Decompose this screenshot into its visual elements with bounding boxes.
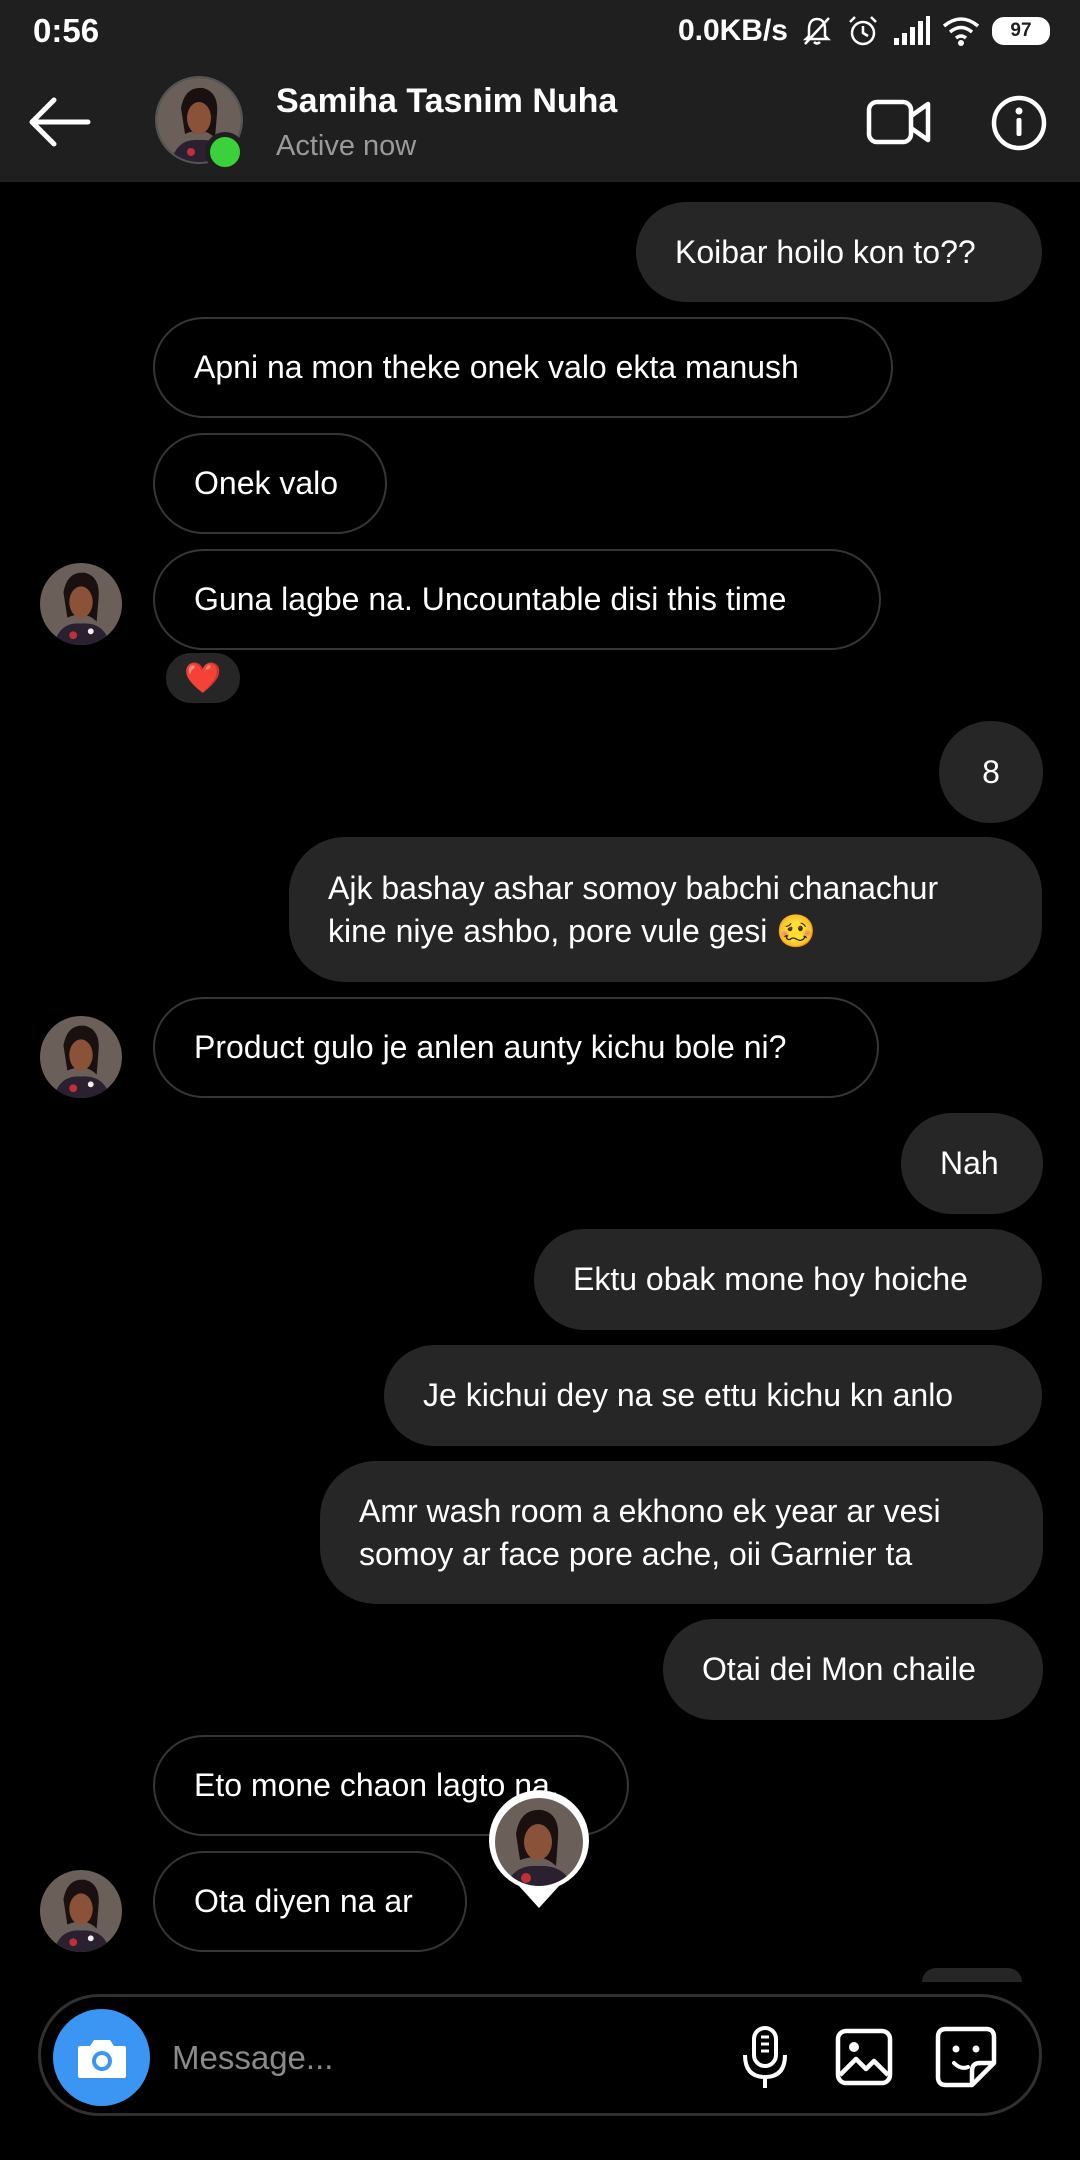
message-bubble-outgoing[interactable]: Ajk bashay ashar somoy babchi chanachur … xyxy=(289,837,1042,982)
status-indicators: 0.0KB/s 97 xyxy=(678,12,1050,50)
message-bubble-outgoing[interactable]: Koibar hoilo kon to?? xyxy=(636,202,1042,302)
message-bubble-outgoing[interactable]: Ektu obak mone hoy hoiche xyxy=(534,1229,1042,1330)
message-bubble-outgoing[interactable]: Nah xyxy=(901,1113,1043,1214)
message-bubble-incoming[interactable]: Ota diyen na ar xyxy=(153,1851,467,1952)
chat-header: Samiha Tasnim Nuha Active now xyxy=(0,62,1080,182)
video-call-icon xyxy=(866,99,931,145)
seen-avatar-marker xyxy=(486,1790,592,1910)
message-text: Apni na mon theke onek valo ekta manush xyxy=(194,349,799,385)
message-bubble-outgoing[interactable]: Amr wash room a ekhono ek year ar vesi s… xyxy=(320,1461,1043,1604)
next-message-peek xyxy=(922,1968,1022,1982)
battery-level: 97 xyxy=(1010,20,1032,41)
message-text: Amr wash room a ekhono ek year ar vesi s… xyxy=(359,1492,941,1572)
online-indicator xyxy=(205,132,245,172)
wifi-icon xyxy=(942,16,980,46)
message-input[interactable] xyxy=(170,2025,694,2091)
sender-avatar[interactable] xyxy=(40,1870,122,1952)
message-text: Onek valo xyxy=(194,465,339,501)
microphone-icon xyxy=(743,2026,787,2088)
message-bubble-outgoing[interactable]: Otai dei Mon chaile xyxy=(663,1619,1043,1720)
message-text: Guna lagbe na. Uncountable disi this tim… xyxy=(194,581,787,617)
message-bubble-outgoing[interactable]: 8 xyxy=(939,721,1043,823)
message-text: Ajk bashay ashar somoy babchi chanachur … xyxy=(328,869,939,949)
microphone-button[interactable] xyxy=(735,2025,795,2091)
camera-button[interactable] xyxy=(53,2009,150,2106)
camera-icon xyxy=(77,2039,126,2078)
info-icon xyxy=(991,95,1047,151)
battery-icon: 97 xyxy=(992,17,1050,45)
gallery-button[interactable] xyxy=(834,2027,894,2087)
alarm-icon xyxy=(846,14,880,48)
message-text: Je kichui dey na se ettu kichu kn anlo xyxy=(423,1377,954,1413)
back-arrow-icon xyxy=(29,97,91,147)
message-bubble-incoming[interactable]: Apni na mon theke onek valo ekta manush xyxy=(153,317,893,418)
sticker-icon xyxy=(935,2026,997,2088)
message-text: Otai dei Mon chaile xyxy=(702,1651,976,1687)
message-text: 8 xyxy=(982,753,1000,790)
info-button[interactable] xyxy=(990,94,1048,152)
signal-icon xyxy=(892,16,930,46)
heart-icon: ❤️ xyxy=(184,661,222,695)
mute-icon xyxy=(800,14,834,48)
message-bubble-incoming[interactable]: Onek valo xyxy=(153,433,387,534)
status-time: 0:56 xyxy=(33,12,100,49)
video-call-button[interactable] xyxy=(866,94,932,150)
message-bubble-incoming[interactable]: Product gulo je anlen aunty kichu bole n… xyxy=(153,997,879,1098)
message-text: Product gulo je anlen aunty kichu bole n… xyxy=(194,1029,787,1065)
sender-avatar[interactable] xyxy=(40,563,122,645)
message-text: Nah xyxy=(940,1145,999,1181)
message-text: Koibar hoilo kon to?? xyxy=(675,233,976,270)
message-bubble-outgoing[interactable]: Je kichui dey na se ettu kichu kn anlo xyxy=(384,1345,1042,1446)
back-button[interactable] xyxy=(26,87,96,157)
gallery-icon xyxy=(835,2028,893,2086)
message-bubble-incoming[interactable]: Guna lagbe na. Uncountable disi this tim… xyxy=(153,549,881,650)
message-text: Ektu obak mone hoy hoiche xyxy=(573,1261,968,1297)
contact-status: Active now xyxy=(276,130,417,162)
message-text: Ota diyen na ar xyxy=(194,1883,413,1919)
sticker-button[interactable] xyxy=(934,2025,998,2089)
heart-reaction[interactable]: ❤️ xyxy=(163,650,243,706)
network-speed: 0.0KB/s xyxy=(677,14,788,47)
contact-name[interactable]: Samiha Tasnim Nuha xyxy=(276,82,617,121)
sender-avatar[interactable] xyxy=(40,1016,122,1098)
